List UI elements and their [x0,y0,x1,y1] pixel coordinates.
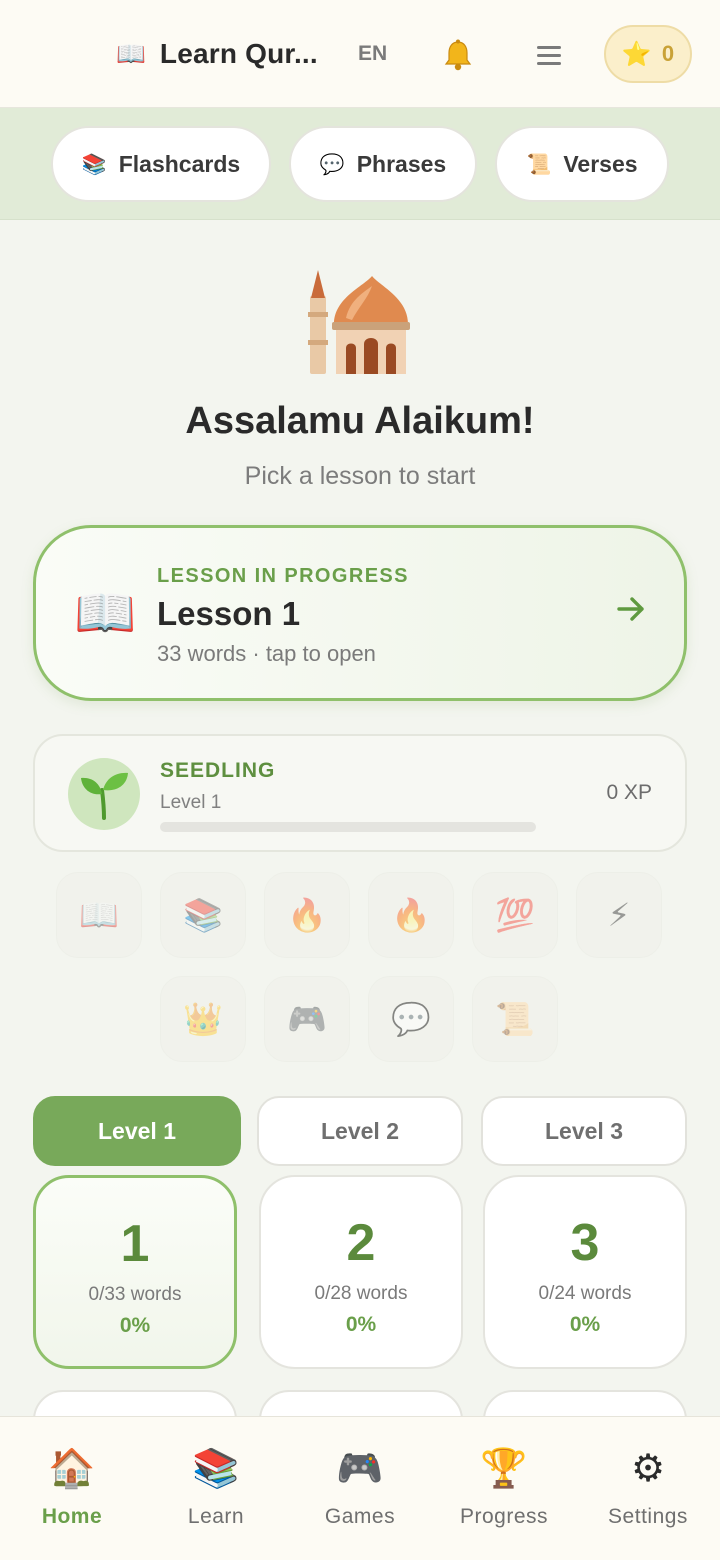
arrow-right-icon [617,597,644,621]
notifications-button[interactable] [441,38,475,72]
rank-level: Level 1 [160,792,222,813]
tab-level-2[interactable]: Level 2 [257,1096,463,1166]
books-icon: 📚 [81,152,107,176]
mode-selector: 📚 Flashcards 💬 Phrases 📜 Verses [0,108,720,220]
flashcards-label: Flashcards [118,150,241,177]
rank-name: SEEDLING [160,759,276,782]
badge-hundred[interactable]: 💯 [472,872,558,958]
open-book-icon: 📖 [74,584,137,642]
phrases-label: Phrases [356,150,447,177]
welcome-subtitle: Pick a lesson to start [244,462,476,490]
lesson-percent: 0% [119,1314,151,1337]
rank-avatar [68,758,140,830]
language-switcher[interactable]: EN [358,42,387,66]
lesson-subtitle: 33 words · tap to open [157,641,376,666]
lesson-number: 2 [346,1214,376,1272]
house-icon: 🏠 [48,1446,96,1490]
books-icon: 📚 [192,1446,240,1490]
lesson-word-count: 0/33 words [88,1284,182,1305]
lesson-status-label: LESSON IN PROGRESS [157,565,409,587]
badge-fire[interactable]: 🔥 [368,872,454,958]
tab-level-3[interactable]: Level 3 [481,1096,687,1166]
phrases-button[interactable]: 💬 Phrases [289,126,477,202]
gear-icon: ⚙ [630,1446,666,1490]
xp-total: 0 XP [606,781,652,804]
stars-counter[interactable]: ⭐ 0 [604,25,692,83]
lesson-title: Lesson 1 [157,595,301,632]
tab-level-1[interactable]: Level 1 [33,1096,241,1166]
scroll-icon: 📜 [526,152,552,176]
nav-settings-label: Settings [608,1505,688,1528]
badge-lightning[interactable]: ⚡ [576,872,662,958]
nav-home[interactable]: 🏠 Home [0,1443,144,1529]
xp-progress-bar [160,822,536,832]
nav-settings[interactable]: ⚙ Settings [576,1443,720,1529]
xp-progress-card: SEEDLING Level 1 0 XP [33,734,687,852]
star-icon: ⭐ [621,40,652,68]
app-brand[interactable]: 📖 Learn Qur... [116,38,318,70]
stars-count: 0 [661,41,675,66]
nav-games-label: Games [324,1505,396,1528]
badge-fire[interactable]: 🔥 [264,872,350,958]
mosque-icon [308,270,410,374]
menu-button[interactable] [537,46,561,66]
welcome-title: Assalamu Alaikum! [185,400,535,442]
bell-icon [444,39,472,71]
verses-label: Verses [563,150,638,177]
bottom-navigation: 🏠 Home 📚 Learn 🎮 Games 🏆 Progress ⚙ Sett… [0,1416,720,1560]
speech-bubble-icon: 💬 [319,152,345,176]
nav-home-label: Home [41,1505,103,1528]
lesson-number: 3 [570,1214,600,1272]
verses-button[interactable]: 📜 Verses [495,126,669,202]
badge-gamepad[interactable]: 🎮 [264,976,350,1062]
hamburger-icon [537,46,561,65]
flashcards-button[interactable]: 📚 Flashcards [51,126,271,202]
lesson-word-count: 0/24 words [538,1283,632,1304]
lesson-tile-1[interactable]: 1 0/33 words 0% [33,1175,237,1369]
nav-progress-label: Progress [459,1505,549,1528]
lesson-tile-2[interactable]: 2 0/28 words 0% [259,1175,463,1369]
lesson-number: 1 [120,1215,150,1273]
badge-book[interactable]: 📖 [56,872,142,958]
badge-speech[interactable]: 💬 [368,976,454,1062]
nav-games[interactable]: 🎮 Games [288,1443,432,1529]
gamepad-icon: 🎮 [336,1446,384,1490]
open-book-icon: 📖 [116,40,146,68]
badge-books[interactable]: 📚 [160,872,246,958]
badge-scroll[interactable]: 📜 [472,976,558,1062]
seedling-icon [81,772,128,820]
continue-lesson-card[interactable]: 📖 LESSON IN PROGRESS Lesson 1 33 words ·… [33,525,687,701]
lesson-percent: 0% [345,1313,377,1336]
app-header: 📖 Learn Qur... EN ⭐ 0 [0,0,720,108]
nav-progress[interactable]: 🏆 Progress [432,1443,576,1529]
lesson-percent: 0% [569,1313,601,1336]
badge-crown[interactable]: 👑 [160,976,246,1062]
app-title: Learn Qur... [159,38,318,69]
lesson-tile-3[interactable]: 3 0/24 words 0% [483,1175,687,1369]
trophy-icon: 🏆 [480,1446,528,1490]
lesson-word-count: 0/28 words [314,1283,408,1304]
nav-learn-label: Learn [187,1505,245,1528]
nav-learn[interactable]: 📚 Learn [144,1443,288,1529]
